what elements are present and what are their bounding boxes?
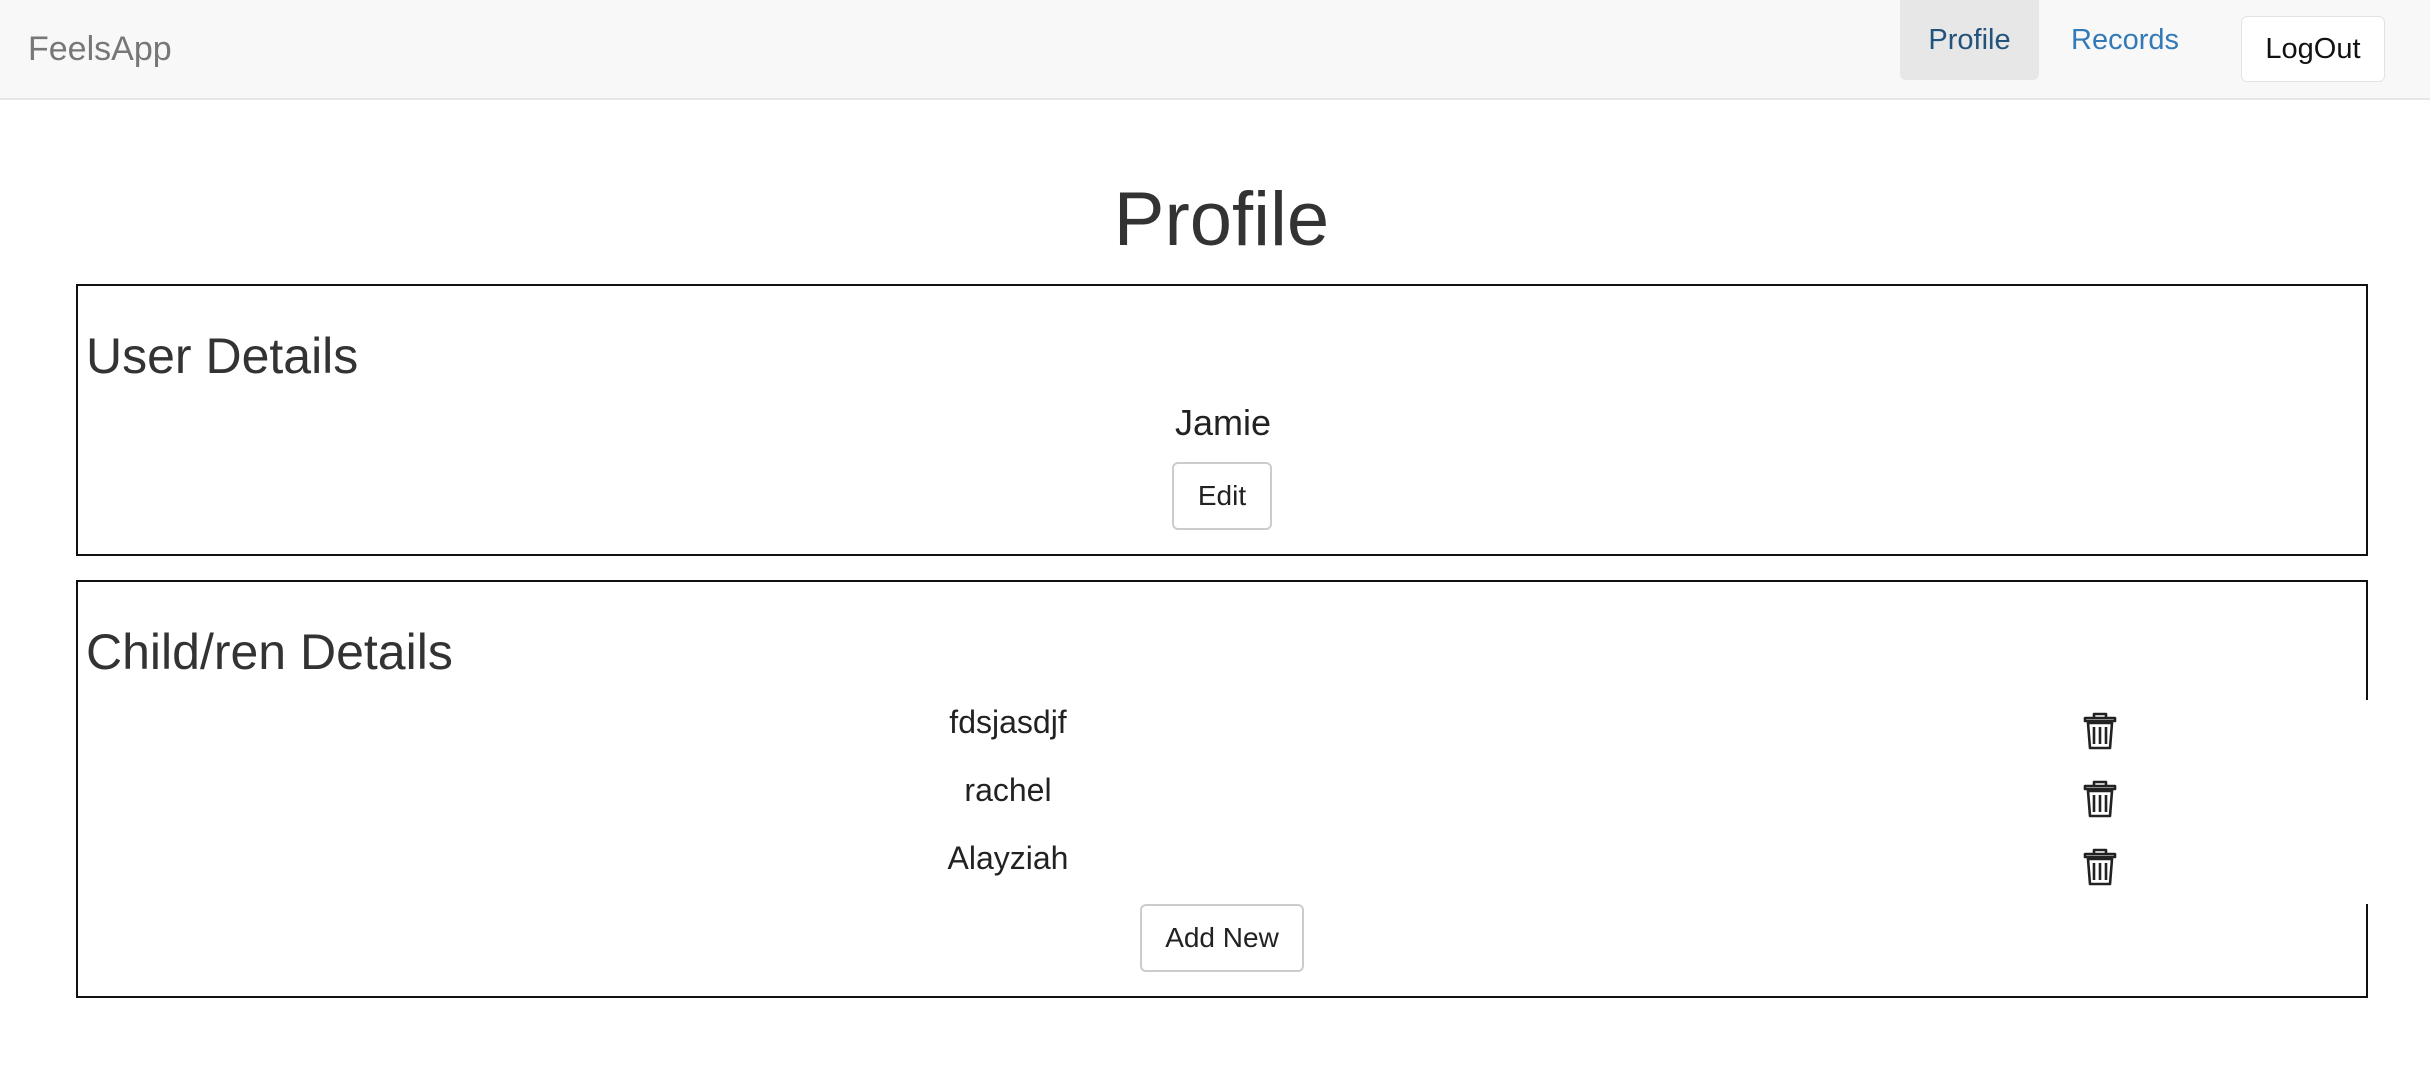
child-name: rachel xyxy=(964,772,1052,808)
nav-link-profile[interactable]: Profile xyxy=(1900,0,2039,80)
user-details-panel: User Details Jamie Edit xyxy=(76,284,2368,556)
edit-user-button[interactable]: Edit xyxy=(1172,462,1272,530)
child-row: Alayziah xyxy=(78,834,2368,902)
logout-button[interactable]: LogOut xyxy=(2241,16,2385,82)
child-row: rachel xyxy=(78,766,2368,834)
page-title: Profile xyxy=(1113,177,1330,262)
child-name: fdsjasdjf xyxy=(949,704,1067,740)
brand-logo[interactable]: FeelsApp xyxy=(28,26,172,72)
child-row: fdsjasdjf xyxy=(78,698,2368,766)
add-child-button[interactable]: Add New xyxy=(1140,904,1304,972)
top-navbar: FeelsApp Profile Records LogOut xyxy=(0,0,2430,100)
trash-icon[interactable] xyxy=(2082,778,2118,818)
user-name: Jamie xyxy=(1174,402,1272,443)
trash-icon[interactable] xyxy=(2082,710,2118,750)
trash-icon[interactable] xyxy=(2082,846,2118,886)
user-details-heading: User Details xyxy=(86,328,359,384)
nav-link-records[interactable]: Records xyxy=(2055,0,2195,80)
children-details-panel: Child/ren Details fdsjasdjf rachel Alayz… xyxy=(76,580,2370,998)
children-details-heading: Child/ren Details xyxy=(86,624,453,680)
child-name: Alayziah xyxy=(947,840,1069,876)
